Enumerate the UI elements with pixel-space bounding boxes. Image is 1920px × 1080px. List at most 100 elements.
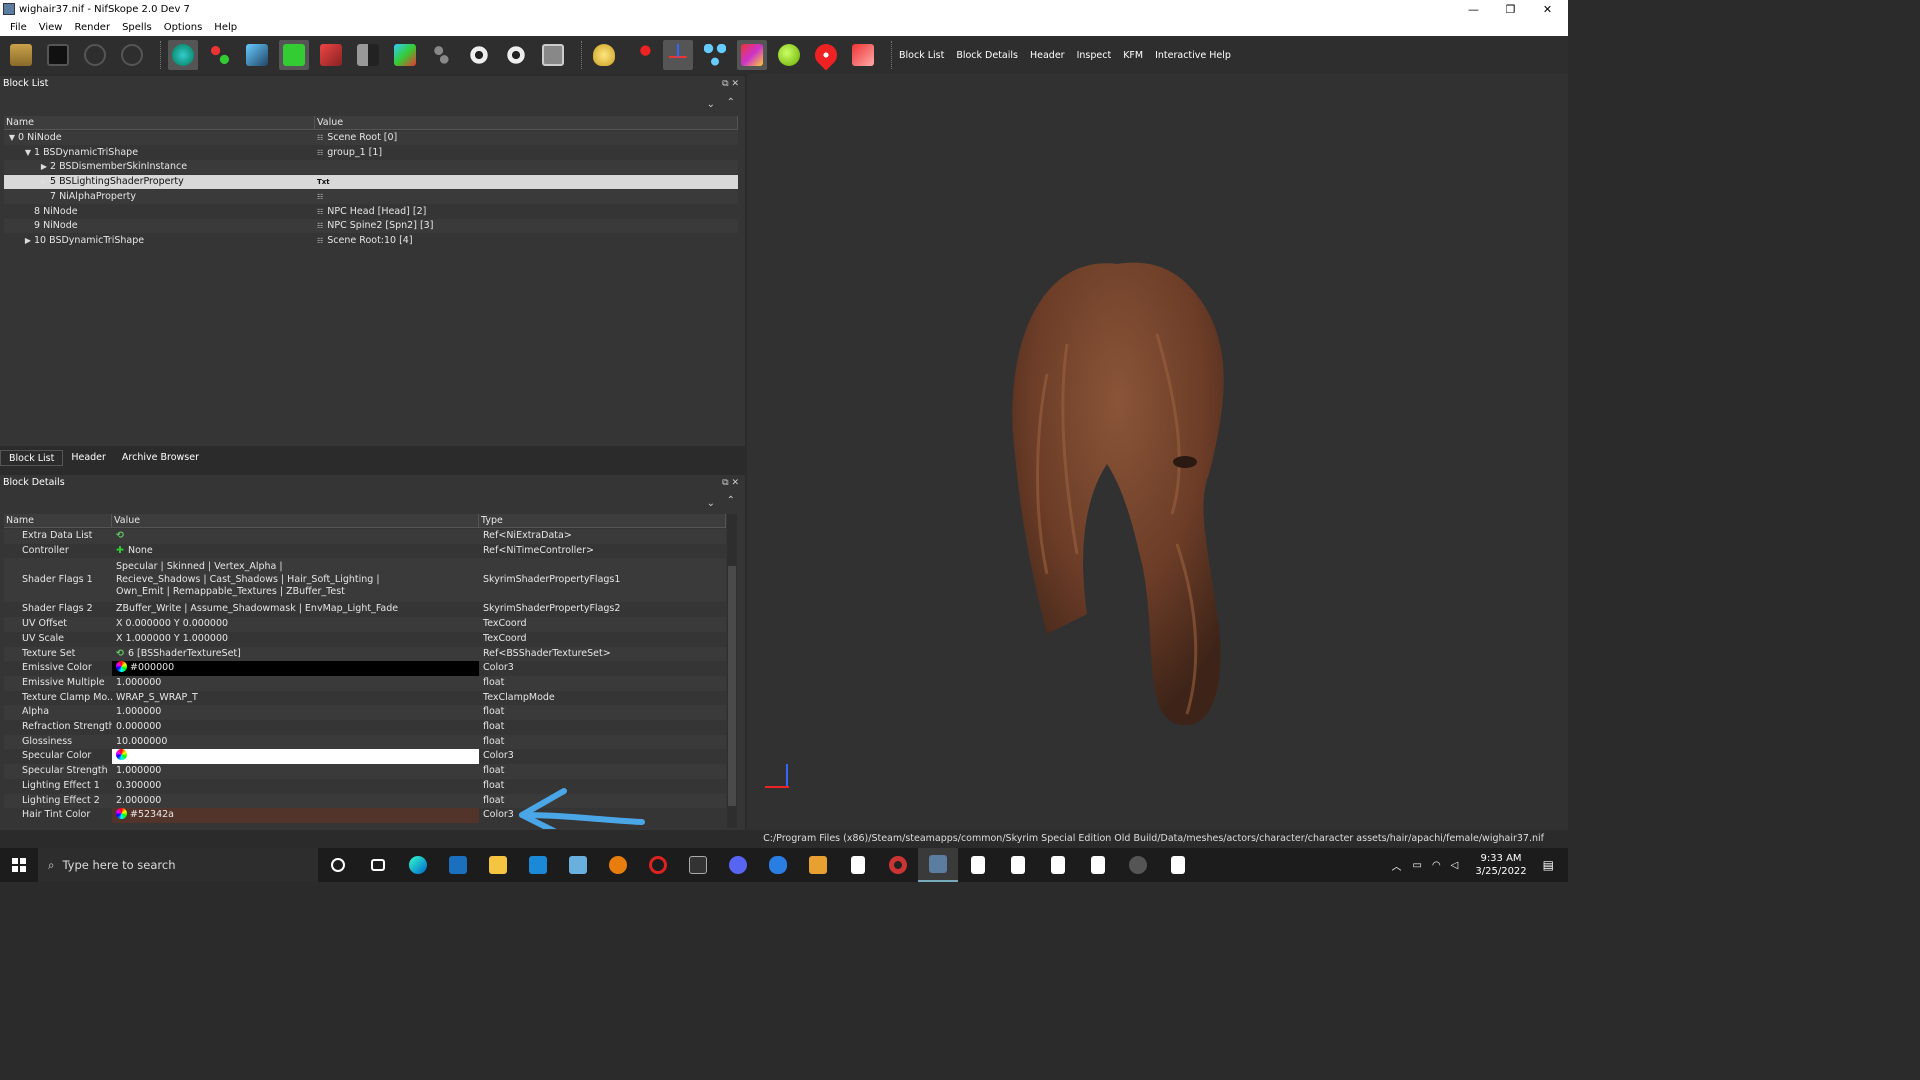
toggle-header[interactable]: Header bbox=[1030, 50, 1065, 61]
scrollbar-thumb[interactable] bbox=[728, 566, 736, 806]
render-viewport[interactable] bbox=[747, 74, 1568, 830]
select-object-button[interactable] bbox=[168, 40, 198, 70]
show-havok-button[interactable] bbox=[737, 40, 767, 70]
block-list-row[interactable]: ▼ 1 BSDynamicTriShape ☷ group_1 [1] bbox=[4, 146, 738, 160]
menu-view[interactable]: View bbox=[39, 22, 63, 33]
clock[interactable]: 9:33 AM 3/25/2022 bbox=[1475, 852, 1526, 878]
detail-value[interactable]: #52342a bbox=[112, 808, 479, 823]
column-value[interactable]: Value bbox=[315, 116, 738, 129]
detail-value[interactable]: ZBuffer_Write | Assume_Shadowmask | EnvM… bbox=[112, 602, 479, 617]
column-value[interactable]: Value bbox=[112, 514, 479, 527]
taskbar-file-6[interactable] bbox=[1158, 848, 1198, 882]
detail-value[interactable]: 0.300000 bbox=[112, 779, 479, 794]
show-marker-button[interactable] bbox=[501, 40, 531, 70]
view-walk-button[interactable] bbox=[353, 40, 383, 70]
column-name[interactable]: Name bbox=[4, 514, 112, 527]
taskbar-file-5[interactable] bbox=[1078, 848, 1118, 882]
menu-file[interactable]: File bbox=[10, 22, 27, 33]
toggle-block-list[interactable]: Block List bbox=[899, 50, 944, 61]
close-button[interactable]: ✕ bbox=[1529, 0, 1566, 18]
taskbar-edge[interactable] bbox=[398, 848, 438, 882]
detail-row[interactable]: Texture Set ⟲ 6 [BSShaderTextureSet] Ref<BS… bbox=[4, 646, 726, 662]
color-wheel-icon[interactable] bbox=[116, 661, 127, 673]
column-name[interactable]: Name bbox=[4, 116, 315, 129]
detail-row[interactable]: Refraction Strength 0.000000 float bbox=[4, 720, 726, 735]
detail-value[interactable]: X 1.000000 Y 1.000000 bbox=[112, 632, 479, 647]
start-button[interactable] bbox=[0, 848, 38, 882]
detail-row[interactable]: Glossiness 10.000000 float bbox=[4, 734, 726, 750]
expanded-arrow-icon[interactable]: ▼ bbox=[6, 131, 18, 145]
detail-value[interactable]: WRAP_S_WRAP_T bbox=[112, 691, 479, 706]
detail-row[interactable]: Emissive Multiple 1.000000 float bbox=[4, 675, 726, 691]
taskbar-file-explorer[interactable] bbox=[478, 848, 518, 882]
collapse-all-icon[interactable]: ⌃ bbox=[727, 495, 735, 506]
show-nodes-button[interactable] bbox=[700, 40, 730, 70]
menu-options[interactable]: Options bbox=[164, 22, 203, 33]
view-side-button[interactable] bbox=[316, 40, 346, 70]
task-view-button[interactable] bbox=[358, 848, 398, 882]
menu-help[interactable]: Help bbox=[214, 22, 237, 33]
taskbar-file-2[interactable] bbox=[958, 848, 998, 882]
undo-button[interactable] bbox=[80, 40, 110, 70]
detail-row[interactable]: UV Offset X 0.000000 Y 0.000000 TexCoord bbox=[4, 617, 726, 632]
notification-icon[interactable]: ▤ bbox=[1543, 858, 1554, 872]
block-list-row[interactable]: 9 NiNode ☷ NPC Spine2 [Spn2] [3] bbox=[4, 219, 738, 234]
detail-value[interactable]: 1.000000 bbox=[112, 676, 479, 691]
block-list-row[interactable]: ▶ 10 BSDynamicTriShape ☷ Scene Root:10 [4] bbox=[4, 234, 738, 248]
taskbar-app-red[interactable] bbox=[638, 848, 678, 882]
taskbar-app-orange[interactable] bbox=[798, 848, 838, 882]
detail-row[interactable]: Texture Clamp Mo... WRAP_S_WRAP_T TexClamp… bbox=[4, 691, 726, 706]
collapsed-arrow-icon[interactable]: ▶ bbox=[38, 160, 50, 174]
detail-row[interactable]: Controller ✚ None Ref<NiTimeController> bbox=[4, 544, 726, 559]
detail-value[interactable]: X 0.000000 Y 0.000000 bbox=[112, 617, 479, 632]
show-hidden-button[interactable] bbox=[464, 40, 494, 70]
view-top-button[interactable] bbox=[279, 40, 309, 70]
detail-value[interactable]: 1.000000 bbox=[112, 705, 479, 720]
block-list-row[interactable]: 8 NiNode ☷ NPC Head [Head] [2] bbox=[4, 205, 738, 219]
detail-value[interactable]: Specular | Skinned | Vertex_Alpha | Reci… bbox=[112, 558, 479, 602]
wifi-icon[interactable]: ◠ bbox=[1432, 860, 1441, 871]
taskbar-swg[interactable] bbox=[678, 848, 718, 882]
expand-all-icon[interactable]: ⌄ bbox=[707, 99, 715, 110]
dock-float-close-buttons[interactable]: ⧉ ✕ bbox=[722, 79, 739, 89]
show-furniture-button[interactable] bbox=[810, 39, 842, 71]
block-list-row[interactable]: ▼ 0 NiNode ☷ Scene Root [0] bbox=[4, 131, 738, 145]
collapse-all-icon[interactable]: ⌃ bbox=[727, 97, 735, 108]
toggle-block-details[interactable]: Block Details bbox=[956, 50, 1018, 61]
collapsed-arrow-icon[interactable]: ▶ bbox=[38, 175, 50, 189]
detail-row[interactable]: Shader Flags 1 Specular | Skinned | Verte… bbox=[4, 558, 726, 603]
volume-icon[interactable]: ◁ bbox=[1451, 860, 1459, 871]
toggle-inspect[interactable]: Inspect bbox=[1077, 50, 1112, 61]
detail-value[interactable]: ⟲ bbox=[112, 529, 479, 544]
taskbar-nifskope[interactable] bbox=[918, 848, 958, 882]
chevron-up-icon[interactable]: ︿ bbox=[1391, 858, 1401, 873]
toggle-kfm[interactable]: KFM bbox=[1123, 50, 1143, 61]
walk-mode-button[interactable] bbox=[427, 40, 457, 70]
tab-archive-browser[interactable]: Archive Browser bbox=[114, 450, 207, 466]
taskbar-skse[interactable] bbox=[1118, 848, 1158, 882]
taskbar-discord[interactable] bbox=[718, 848, 758, 882]
taskbar-mail[interactable] bbox=[518, 848, 558, 882]
tab-header[interactable]: Header bbox=[63, 450, 114, 466]
taskbar-file-4[interactable] bbox=[1038, 848, 1078, 882]
column-type[interactable]: Type bbox=[479, 514, 726, 527]
color-wheel-icon[interactable] bbox=[116, 808, 127, 820]
block-list-row[interactable]: ▶ 5 BSLightingShaderProperty Txt bbox=[4, 175, 738, 190]
expand-all-icon[interactable]: ⌄ bbox=[707, 498, 715, 509]
detail-row[interactable]: Emissive Color #000000 Color3 bbox=[4, 661, 726, 676]
detail-row[interactable]: Alpha 1.000000 float bbox=[4, 705, 726, 720]
detail-value[interactable]: 2.000000 bbox=[112, 794, 479, 809]
taskbar-search-box[interactable]: ⌕ Type here to search bbox=[38, 848, 318, 882]
battery-icon[interactable]: ▭ bbox=[1412, 860, 1421, 871]
menu-spells[interactable]: Spells bbox=[122, 22, 152, 33]
lighting-button[interactable] bbox=[589, 40, 619, 70]
details-scrollbar[interactable] bbox=[727, 514, 737, 828]
taskbar-app-gear[interactable] bbox=[878, 848, 918, 882]
dock-float-close-buttons[interactable]: ⧉ ✕ bbox=[722, 478, 739, 488]
detail-row[interactable]: Specular Color Color3 bbox=[4, 749, 726, 765]
open-button[interactable] bbox=[6, 40, 36, 70]
color-wheel-icon[interactable] bbox=[116, 749, 127, 761]
minimize-button[interactable]: — bbox=[1455, 0, 1492, 18]
detail-value[interactable]: #000000 bbox=[112, 661, 479, 676]
taskbar-file-1[interactable] bbox=[838, 848, 878, 882]
